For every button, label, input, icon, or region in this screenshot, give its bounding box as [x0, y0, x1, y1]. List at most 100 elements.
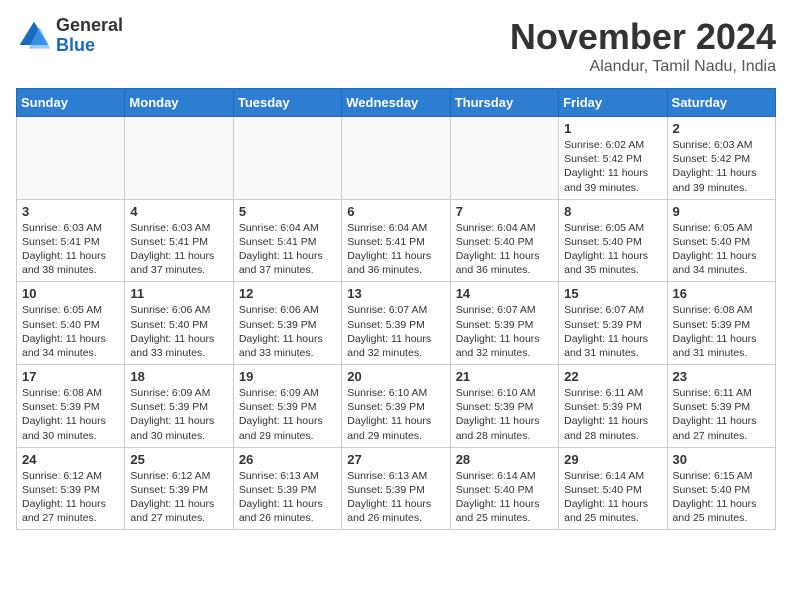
month-title: November 2024: [510, 16, 776, 58]
day-info: Sunrise: 6:12 AM Sunset: 5:39 PM Dayligh…: [22, 469, 119, 526]
calendar-cell: 13 Sunrise: 6:07 AM Sunset: 5:39 PM Dayli…: [342, 282, 450, 365]
day-number: 23: [673, 369, 770, 384]
day-info: Sunrise: 6:04 AM Sunset: 5:40 PM Dayligh…: [456, 221, 553, 278]
day-info: Sunrise: 6:05 AM Sunset: 5:40 PM Dayligh…: [673, 221, 770, 278]
day-number: 28: [456, 452, 553, 467]
weekday-thursday: Thursday: [450, 89, 558, 117]
day-number: 6: [347, 204, 444, 219]
calendar-cell: 8 Sunrise: 6:05 AM Sunset: 5:40 PM Daylig…: [559, 199, 667, 282]
calendar-table: SundayMondayTuesdayWednesdayThursdayFrid…: [16, 88, 776, 530]
calendar-week-5: 24 Sunrise: 6:12 AM Sunset: 5:39 PM Dayli…: [17, 447, 776, 530]
day-info: Sunrise: 6:07 AM Sunset: 5:39 PM Dayligh…: [347, 303, 444, 360]
day-number: 2: [673, 121, 770, 136]
calendar-cell: 11Sunrise: 6:06 AM Sunset: 5:40 PM Dayli…: [125, 282, 233, 365]
weekday-friday: Friday: [559, 89, 667, 117]
calendar-cell: 6 Sunrise: 6:04 AM Sunset: 5:41 PM Daylig…: [342, 199, 450, 282]
day-info: Sunrise: 6:11 AM Sunset: 5:39 PM Dayligh…: [673, 386, 770, 443]
calendar-cell: [450, 117, 558, 200]
day-number: 27: [347, 452, 444, 467]
day-info: Sunrise: 6:04 AM Sunset: 5:41 PM Dayligh…: [347, 221, 444, 278]
day-number: 25: [130, 452, 227, 467]
day-number: 13: [347, 286, 444, 301]
day-info: Sunrise: 6:13 AM Sunset: 5:39 PM Dayligh…: [347, 469, 444, 526]
calendar-cell: 27 Sunrise: 6:13 AM Sunset: 5:39 PM Dayli…: [342, 447, 450, 530]
day-number: 22: [564, 369, 661, 384]
day-number: 17: [22, 369, 119, 384]
day-info: Sunrise: 6:06 AM Sunset: 5:40 PM Dayligh…: [130, 303, 227, 360]
calendar-cell: [17, 117, 125, 200]
day-number: 19: [239, 369, 336, 384]
weekday-header-row: SundayMondayTuesdayWednesdayThursdayFrid…: [17, 89, 776, 117]
calendar-cell: 30 Sunrise: 6:15 AM Sunset: 5:40 PM Dayli…: [667, 447, 775, 530]
title-area: November 2024 Alandur, Tamil Nadu, India: [510, 16, 776, 76]
calendar-cell: 19Sunrise: 6:09 AM Sunset: 5:39 PM Dayli…: [233, 365, 341, 448]
logo-icon: [16, 18, 52, 54]
day-info: Sunrise: 6:05 AM Sunset: 5:40 PM Dayligh…: [22, 303, 119, 360]
day-number: 7: [456, 204, 553, 219]
weekday-monday: Monday: [125, 89, 233, 117]
day-info: Sunrise: 6:11 AM Sunset: 5:39 PM Dayligh…: [564, 386, 661, 443]
calendar-cell: [233, 117, 341, 200]
day-info: Sunrise: 6:03 AM Sunset: 5:42 PM Dayligh…: [673, 138, 770, 195]
calendar-cell: 21 Sunrise: 6:10 AM Sunset: 5:39 PM Dayli…: [450, 365, 558, 448]
day-number: 20: [347, 369, 444, 384]
calendar-cell: 29 Sunrise: 6:14 AM Sunset: 5:40 PM Dayli…: [559, 447, 667, 530]
day-number: 30: [673, 452, 770, 467]
calendar-cell: 4 Sunrise: 6:03 AM Sunset: 5:41 PM Daylig…: [125, 199, 233, 282]
weekday-saturday: Saturday: [667, 89, 775, 117]
logo: General Blue: [16, 16, 123, 56]
calendar-cell: 17 Sunrise: 6:08 AM Sunset: 5:39 PM Dayli…: [17, 365, 125, 448]
weekday-sunday: Sunday: [17, 89, 125, 117]
calendar-cell: 14 Sunrise: 6:07 AM Sunset: 5:39 PM Dayli…: [450, 282, 558, 365]
day-info: Sunrise: 6:04 AM Sunset: 5:41 PM Dayligh…: [239, 221, 336, 278]
calendar-cell: 15 Sunrise: 6:07 AM Sunset: 5:39 PM Dayli…: [559, 282, 667, 365]
day-info: Sunrise: 6:06 AM Sunset: 5:39 PM Dayligh…: [239, 303, 336, 360]
day-number: 3: [22, 204, 119, 219]
day-info: Sunrise: 6:03 AM Sunset: 5:41 PM Dayligh…: [130, 221, 227, 278]
day-info: Sunrise: 6:13 AM Sunset: 5:39 PM Dayligh…: [239, 469, 336, 526]
day-number: 14: [456, 286, 553, 301]
day-info: Sunrise: 6:02 AM Sunset: 5:42 PM Dayligh…: [564, 138, 661, 195]
day-number: 8: [564, 204, 661, 219]
day-number: 1: [564, 121, 661, 136]
day-info: Sunrise: 6:03 AM Sunset: 5:41 PM Dayligh…: [22, 221, 119, 278]
calendar-cell: [125, 117, 233, 200]
day-info: Sunrise: 6:05 AM Sunset: 5:40 PM Dayligh…: [564, 221, 661, 278]
calendar-cell: 20 Sunrise: 6:10 AM Sunset: 5:39 PM Dayli…: [342, 365, 450, 448]
calendar-cell: 28 Sunrise: 6:14 AM Sunset: 5:40 PM Dayli…: [450, 447, 558, 530]
day-info: Sunrise: 6:10 AM Sunset: 5:39 PM Dayligh…: [347, 386, 444, 443]
calendar-week-2: 3 Sunrise: 6:03 AM Sunset: 5:41 PM Daylig…: [17, 199, 776, 282]
day-number: 21: [456, 369, 553, 384]
day-info: Sunrise: 6:14 AM Sunset: 5:40 PM Dayligh…: [564, 469, 661, 526]
day-info: Sunrise: 6:07 AM Sunset: 5:39 PM Dayligh…: [456, 303, 553, 360]
weekday-tuesday: Tuesday: [233, 89, 341, 117]
day-info: Sunrise: 6:15 AM Sunset: 5:40 PM Dayligh…: [673, 469, 770, 526]
day-info: Sunrise: 6:09 AM Sunset: 5:39 PM Dayligh…: [130, 386, 227, 443]
day-info: Sunrise: 6:10 AM Sunset: 5:39 PM Dayligh…: [456, 386, 553, 443]
calendar-cell: 18Sunrise: 6:09 AM Sunset: 5:39 PM Dayli…: [125, 365, 233, 448]
day-number: 10: [22, 286, 119, 301]
day-info: Sunrise: 6:12 AM Sunset: 5:39 PM Dayligh…: [130, 469, 227, 526]
day-number: 5: [239, 204, 336, 219]
calendar-cell: [342, 117, 450, 200]
day-info: Sunrise: 6:08 AM Sunset: 5:39 PM Dayligh…: [22, 386, 119, 443]
calendar-cell: 1 Sunrise: 6:02 AM Sunset: 5:42 PM Daylig…: [559, 117, 667, 200]
day-number: 12: [239, 286, 336, 301]
day-number: 24: [22, 452, 119, 467]
day-number: 29: [564, 452, 661, 467]
weekday-wednesday: Wednesday: [342, 89, 450, 117]
day-number: 9: [673, 204, 770, 219]
day-number: 15: [564, 286, 661, 301]
day-info: Sunrise: 6:14 AM Sunset: 5:40 PM Dayligh…: [456, 469, 553, 526]
day-number: 16: [673, 286, 770, 301]
calendar-week-1: 1 Sunrise: 6:02 AM Sunset: 5:42 PM Daylig…: [17, 117, 776, 200]
calendar-cell: 23 Sunrise: 6:11 AM Sunset: 5:39 PM Dayli…: [667, 365, 775, 448]
calendar-cell: 16Sunrise: 6:08 AM Sunset: 5:39 PM Dayli…: [667, 282, 775, 365]
day-number: 4: [130, 204, 227, 219]
day-info: Sunrise: 6:07 AM Sunset: 5:39 PM Dayligh…: [564, 303, 661, 360]
calendar-cell: 24 Sunrise: 6:12 AM Sunset: 5:39 PM Dayli…: [17, 447, 125, 530]
calendar-cell: 25 Sunrise: 6:12 AM Sunset: 5:39 PM Dayli…: [125, 447, 233, 530]
calendar-cell: 12 Sunrise: 6:06 AM Sunset: 5:39 PM Dayli…: [233, 282, 341, 365]
calendar-week-3: 10 Sunrise: 6:05 AM Sunset: 5:40 PM Dayli…: [17, 282, 776, 365]
calendar-cell: 26Sunrise: 6:13 AM Sunset: 5:39 PM Dayli…: [233, 447, 341, 530]
